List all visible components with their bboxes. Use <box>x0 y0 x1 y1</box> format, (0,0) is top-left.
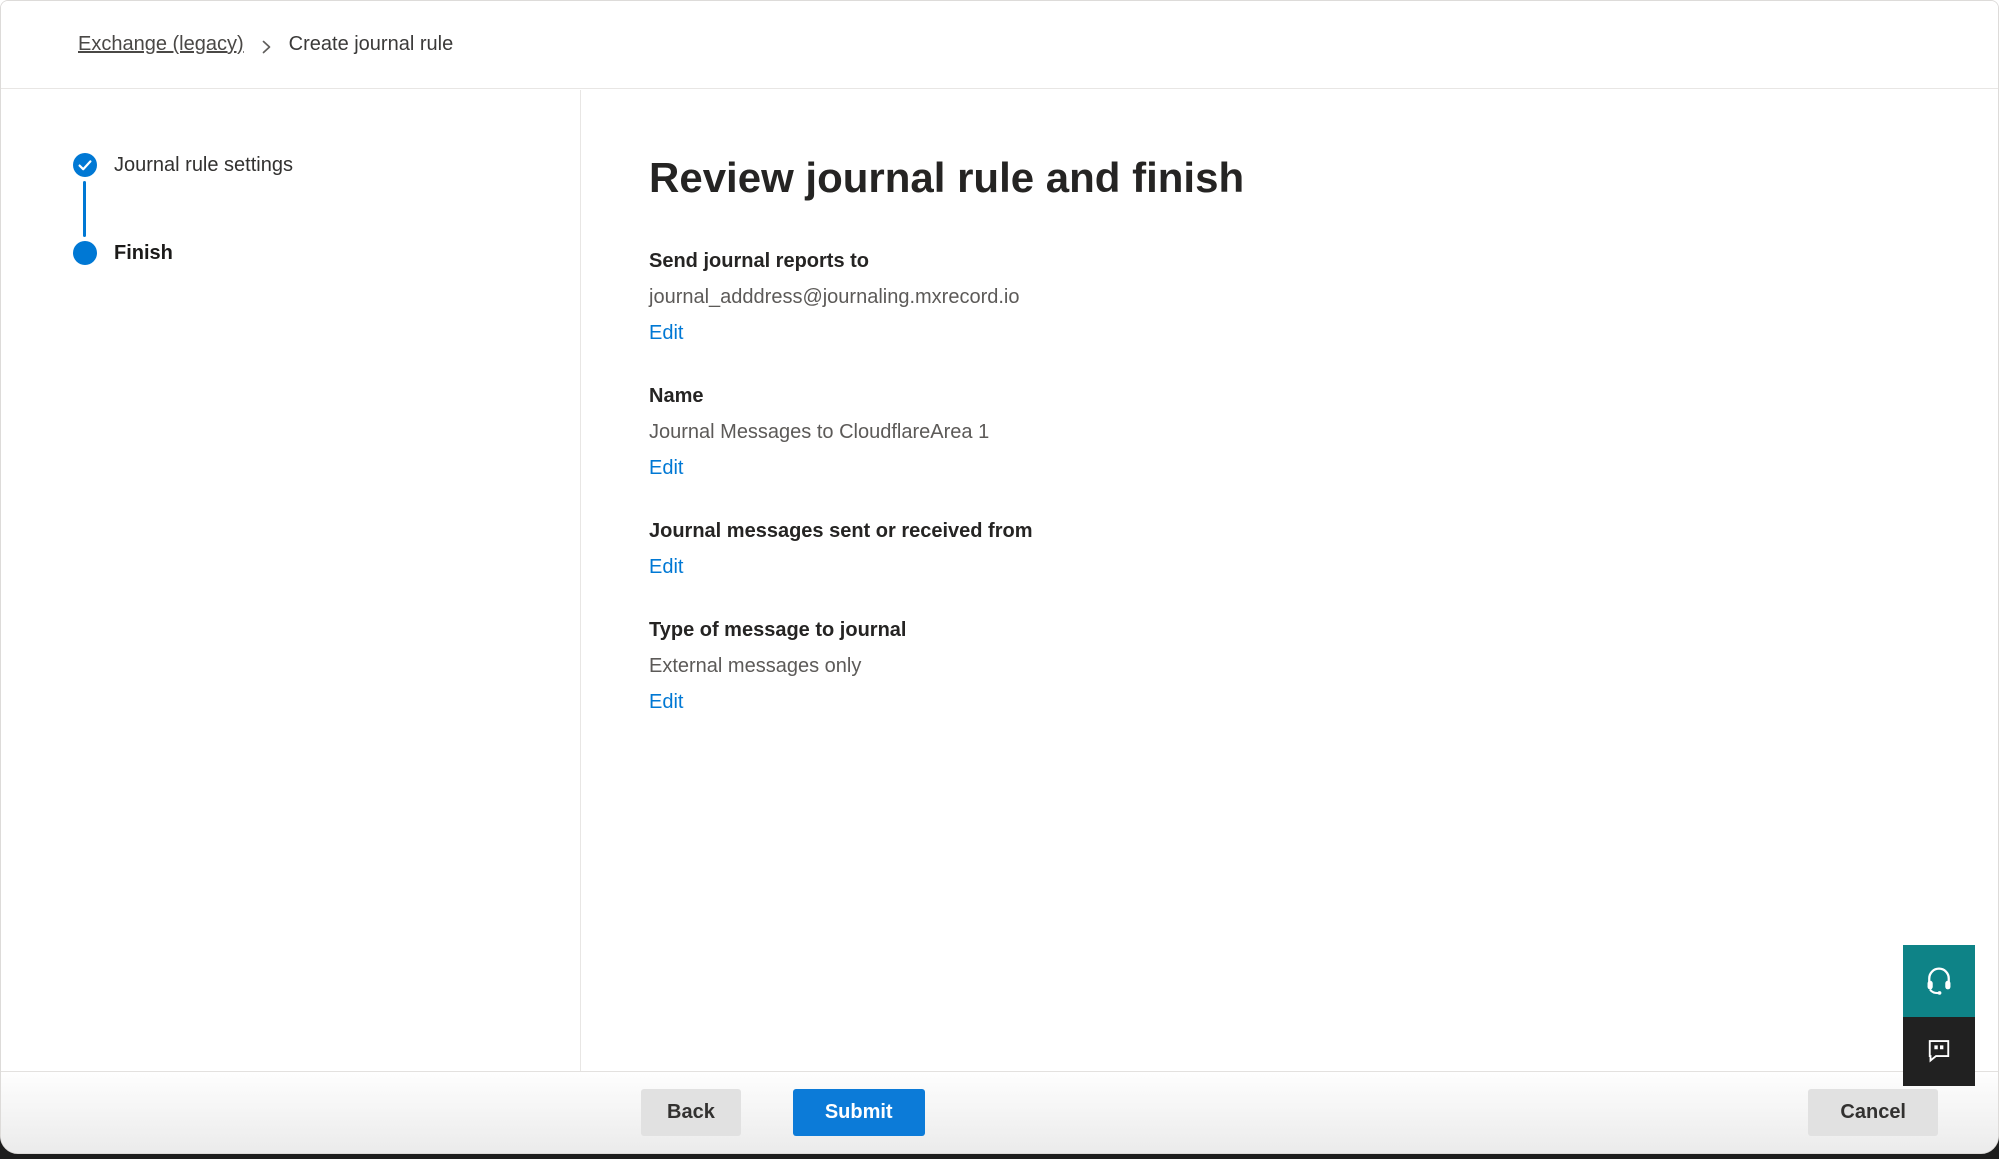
section-label: Type of message to journal <box>649 612 1958 648</box>
section-type-of-message: Type of message to journal External mess… <box>649 612 1958 720</box>
breadcrumb-chevron-icon <box>260 37 273 57</box>
section-send-journal-reports-to: Send journal reports to journal_adddress… <box>649 243 1958 351</box>
footer-action-bar: Back Submit Cancel <box>1 1071 1998 1153</box>
breadcrumb-create-journal-rule: Create journal rule <box>289 33 454 56</box>
feedback-button[interactable] <box>1903 1017 1975 1086</box>
breadcrumb-exchange-legacy[interactable]: Exchange (legacy) <box>78 33 244 56</box>
submit-button[interactable]: Submit <box>793 1089 925 1136</box>
step-current-dot-icon <box>73 241 97 265</box>
top-bar: Exchange (legacy) Create journal rule <box>1 1 1998 89</box>
section-value: External messages only <box>649 648 1958 684</box>
section-label: Name <box>649 378 1958 414</box>
edit-send-journal-reports-link[interactable]: Edit <box>649 315 683 351</box>
screen: Exchange (legacy) Create journal rule <box>0 0 1999 1159</box>
section-value: journal_adddress@journaling.mxrecord.io <box>649 279 1958 315</box>
wizard-step-label: Journal rule settings <box>114 154 293 177</box>
edit-journal-scope-link[interactable]: Edit <box>649 549 683 585</box>
edit-name-link[interactable]: Edit <box>649 450 683 486</box>
review-panel: Review journal rule and finish Send jour… <box>582 90 1998 1071</box>
page-title: Review journal rule and finish <box>649 150 1958 205</box>
wizard-step-journal-rule-settings[interactable]: Journal rule settings <box>73 153 580 177</box>
section-journal-messages-scope: Journal messages sent or received from E… <box>649 513 1958 585</box>
back-button[interactable]: Back <box>641 1089 741 1136</box>
headset-icon <box>1923 964 1955 999</box>
edit-message-type-link[interactable]: Edit <box>649 684 683 720</box>
wizard-steps: Journal rule settings Finish <box>1 90 580 265</box>
cancel-button[interactable]: Cancel <box>1808 1089 1938 1136</box>
help-button[interactable] <box>1903 945 1975 1017</box>
exchange-admin-window: Exchange (legacy) Create journal rule <box>0 0 1999 1154</box>
wizard-step-finish[interactable]: Finish <box>73 241 580 265</box>
step-connector-line <box>83 181 86 237</box>
chat-feedback-icon <box>1924 1035 1954 1068</box>
wizard-steps-sidebar: Journal rule settings Finish <box>1 90 581 1071</box>
step-completed-check-icon <box>73 153 97 177</box>
section-label: Send journal reports to <box>649 243 1958 279</box>
section-label: Journal messages sent or received from <box>649 513 1958 549</box>
wizard-step-label: Finish <box>114 242 173 265</box>
section-name: Name Journal Messages to CloudflareArea … <box>649 378 1958 486</box>
section-value: Journal Messages to CloudflareArea 1 <box>649 414 1958 450</box>
